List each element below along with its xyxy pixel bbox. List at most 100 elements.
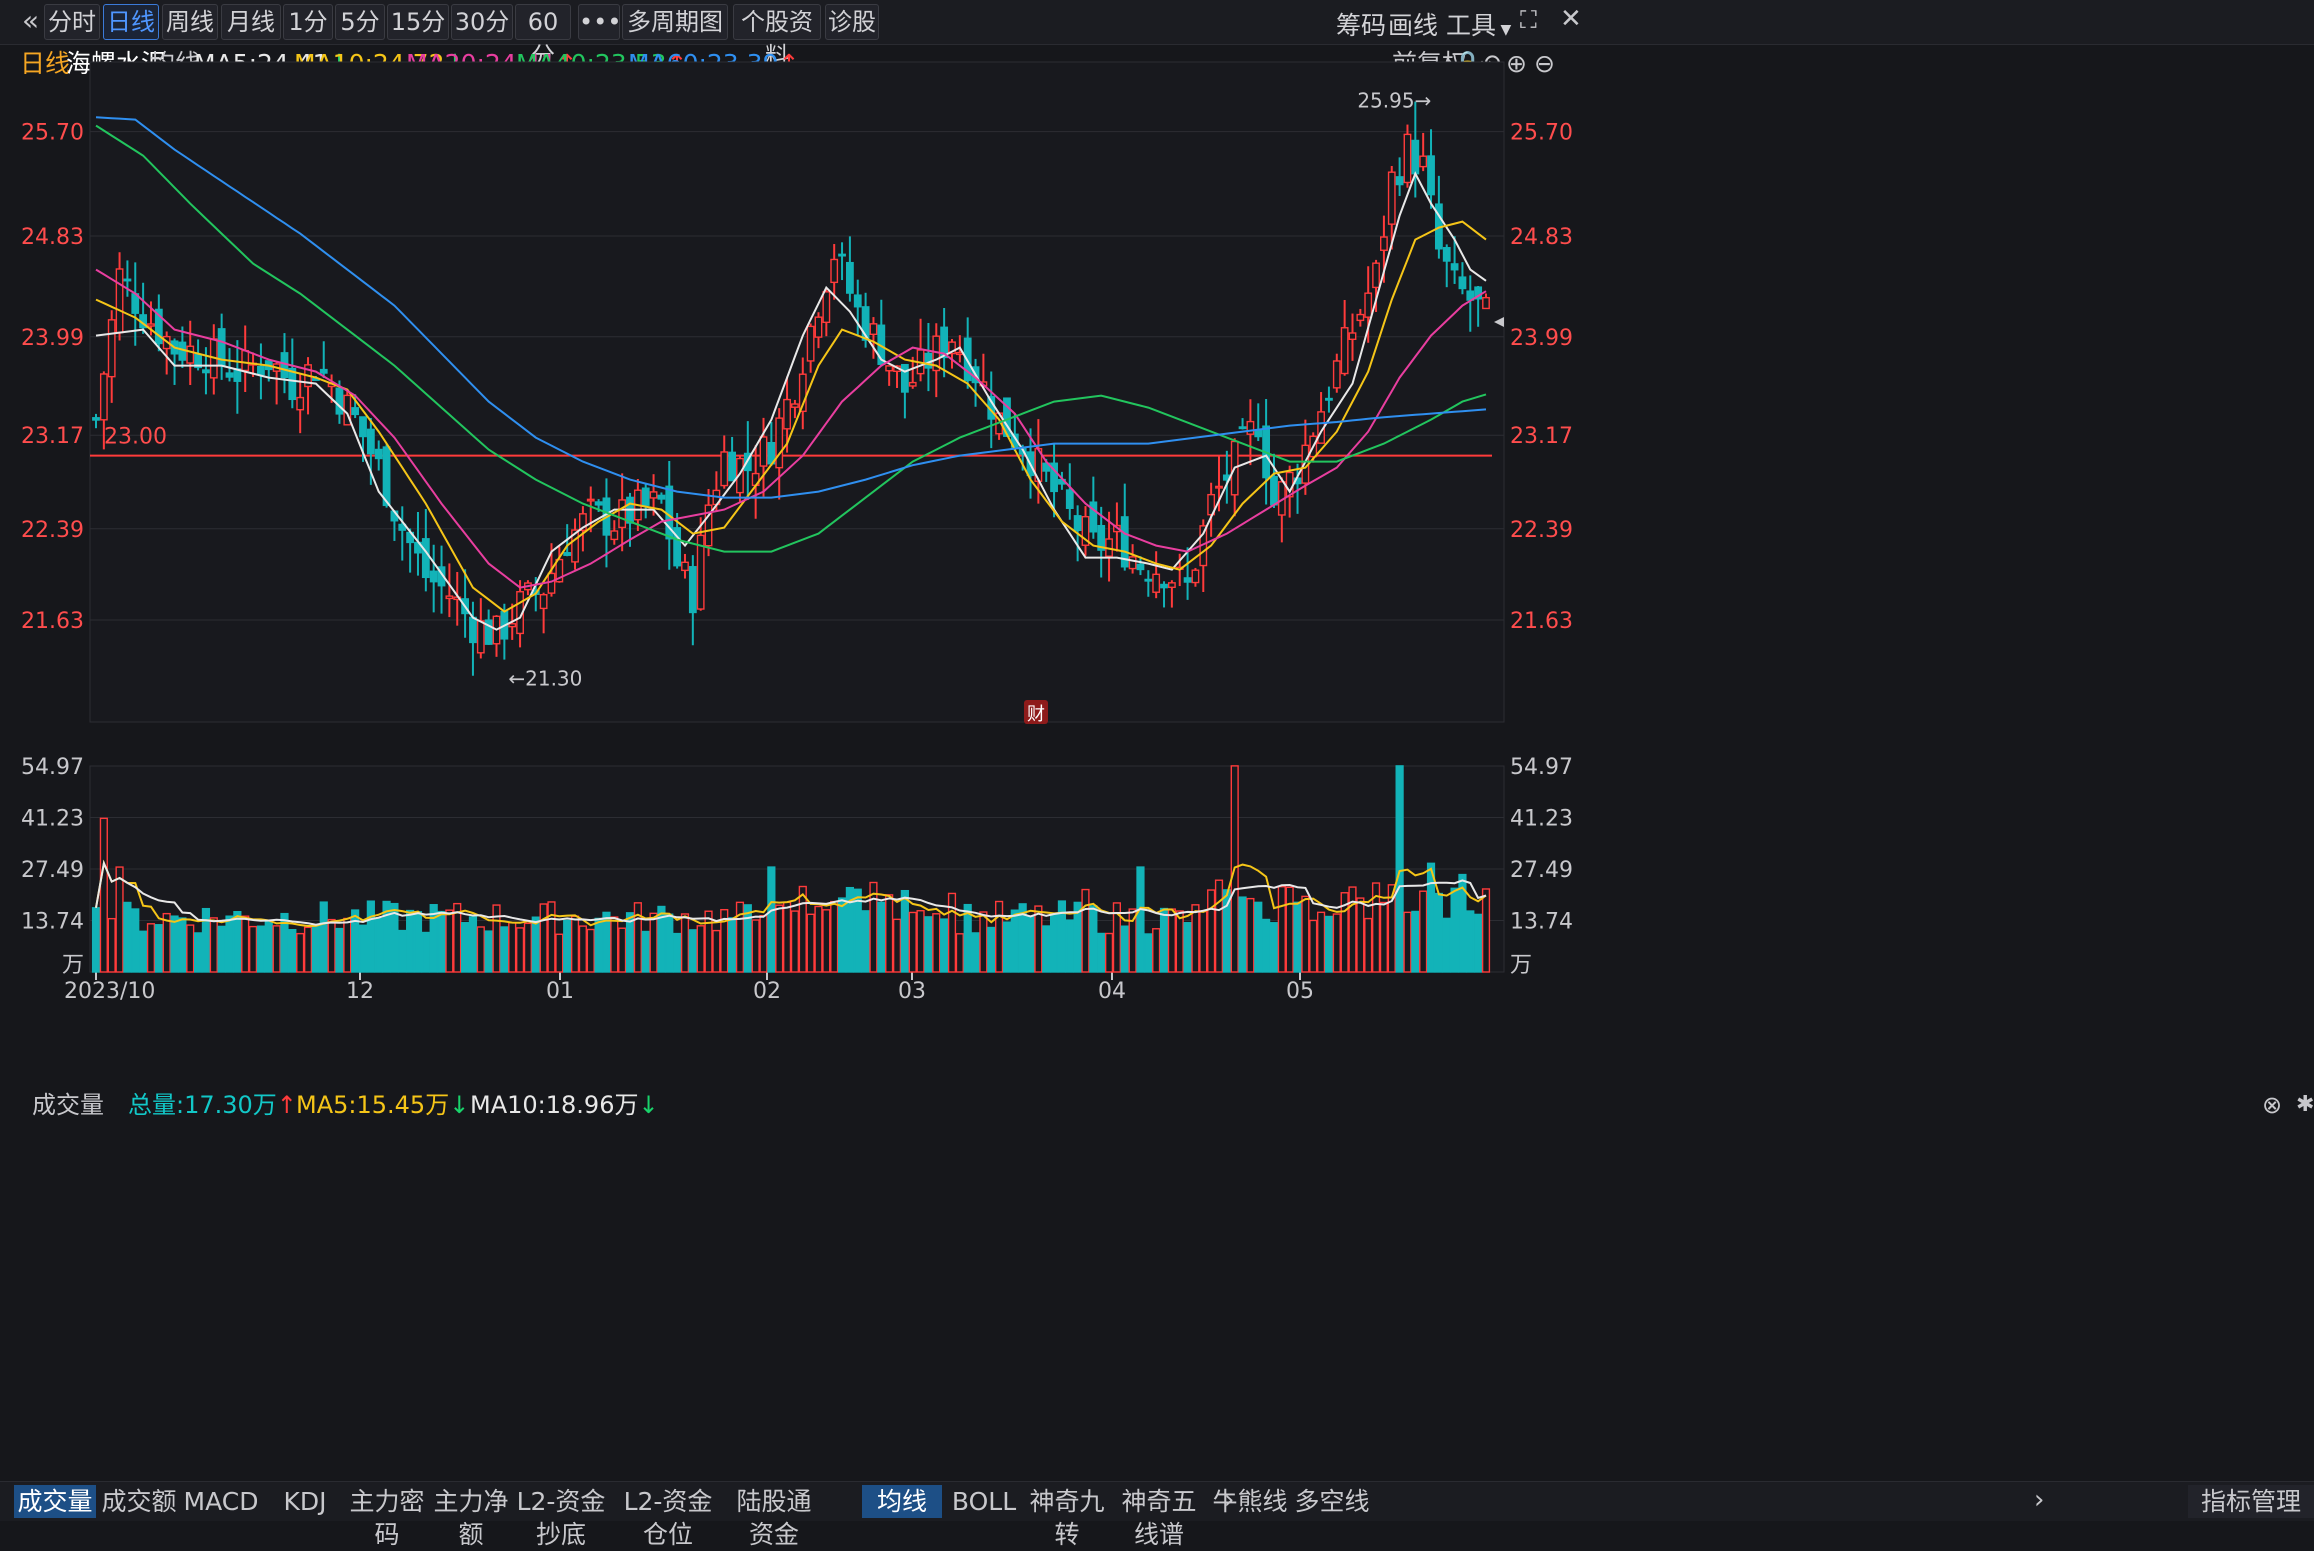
volume-bar: [680, 913, 690, 973]
high-annotation: 25.95→: [1357, 89, 1431, 113]
volume-bar: [947, 892, 957, 973]
volume-bar: [987, 926, 996, 973]
volume-bar: [1026, 915, 1035, 973]
volume-bar: [1450, 887, 1459, 973]
volume-bar: [743, 904, 752, 973]
volume-bar: [1474, 913, 1483, 973]
volume-axis-label-right: 27.49: [1510, 858, 1573, 883]
candle-body: [783, 398, 791, 430]
volume-bar: [877, 901, 886, 973]
candle-body: [1340, 327, 1349, 375]
left-tab-0[interactable]: 成交量: [14, 1485, 96, 1518]
candle-body: [885, 365, 894, 372]
candle-body: [1427, 155, 1435, 196]
kline-chart[interactable]: 25.70 25.70 24.83 24.83 23.99 23.99 23.17 23.17…: [0, 0, 2314, 1480]
volume-bar: [940, 918, 949, 973]
right-tab-4[interactable]: 牛熊线: [1210, 1485, 1290, 1518]
right-tab-3[interactable]: 神奇五线谱: [1110, 1485, 1208, 1549]
candle-body: [147, 323, 155, 327]
candle-body: [476, 620, 485, 654]
candle-body: [421, 538, 430, 579]
candle-body: [1419, 155, 1428, 168]
volume-bar: [91, 907, 101, 973]
volume-bar: [139, 930, 148, 973]
volume-bar: [209, 917, 218, 973]
volume-bar: [193, 932, 203, 973]
volume-bar: [1207, 889, 1216, 973]
volume-bar: [225, 915, 234, 973]
volume-bar: [995, 900, 1004, 973]
low-annotation: ←21.30: [508, 667, 582, 691]
month-label: 05: [1286, 979, 1314, 1004]
candle-body: [1364, 292, 1373, 318]
right-tab-2[interactable]: 神奇九转: [1026, 1485, 1108, 1549]
left-tab-3[interactable]: KDJ: [264, 1485, 346, 1518]
left-tab-6[interactable]: L2-资金抄底: [512, 1485, 610, 1549]
price-axis-label-left: 22.39: [21, 518, 84, 543]
left-tab-2[interactable]: MACD: [180, 1485, 262, 1518]
volume-bar: [1395, 765, 1404, 973]
volume-bar: [1419, 890, 1428, 973]
candle-body: [1246, 420, 1255, 435]
candle-body: [728, 451, 737, 482]
volume-bar: [115, 866, 124, 973]
candle-body: [806, 325, 815, 362]
right-tab-5[interactable]: 多空线: [1292, 1485, 1372, 1518]
candle-body: [1215, 485, 1223, 489]
volume-settings-icon[interactable]: ✱: [2296, 1086, 2314, 1124]
volume-bar: [979, 911, 988, 973]
price-axis-label-left: 25.70: [21, 121, 84, 146]
candle-body: [296, 396, 305, 411]
candle-body: [1411, 139, 1420, 175]
volume-bar: [586, 928, 595, 973]
right-tab-1[interactable]: BOLL: [944, 1485, 1024, 1518]
candle-body: [657, 494, 666, 500]
candle-body: [830, 258, 839, 284]
volume-bar: [641, 930, 650, 973]
volume-bar: [303, 926, 313, 973]
volume-bar: [1175, 910, 1184, 973]
volume-bar: [712, 929, 721, 973]
volume-bar: [1183, 922, 1192, 973]
volume-bar: [633, 902, 642, 973]
left-tab-8[interactable]: 陆股通资金: [726, 1485, 822, 1549]
left-tab-1[interactable]: 成交额: [98, 1485, 180, 1518]
volume-bar: [610, 916, 619, 973]
volume-bar: [319, 901, 328, 973]
tabs-next2-chevron-icon[interactable]: ›: [2034, 1485, 2044, 1515]
left-tab-7[interactable]: L2-资金仓位: [612, 1485, 724, 1549]
price-axis-label-left: 23.99: [21, 326, 84, 351]
volume-bar: [649, 912, 658, 973]
volume-bar: [775, 904, 784, 973]
volume-bar: [1269, 922, 1279, 973]
volume-close-icon[interactable]: ⊗: [2262, 1086, 2282, 1124]
price-axis-label-right: 23.99: [1510, 326, 1573, 351]
candle-body: [539, 594, 548, 610]
volume-bar: [468, 916, 478, 973]
volume-bar: [1324, 915, 1334, 973]
volume-bar: [861, 910, 870, 973]
volume-bar: [790, 910, 800, 973]
candle-body: [1356, 313, 1365, 322]
candle-body: [838, 253, 846, 257]
volume-bar: [343, 917, 352, 973]
candle-body: [1325, 397, 1333, 401]
finance-badge: 财: [1027, 704, 1045, 725]
volume-ma5: MA5:15.45万↓: [296, 1091, 470, 1119]
volume-bar: [1246, 897, 1255, 973]
volume-bar: [421, 931, 430, 973]
candle-body: [1403, 133, 1412, 184]
indicator-manage-button[interactable]: 指标管理: [2188, 1485, 2314, 1518]
candle-body: [1270, 475, 1278, 506]
volume-bar: [759, 915, 768, 973]
volume-bar: [1152, 928, 1161, 973]
volume-bar: [1434, 892, 1443, 973]
volume-bar: [335, 927, 344, 973]
volume-bar: [814, 905, 823, 973]
volume-bar: [1199, 910, 1208, 973]
left-tab-5[interactable]: 主力净额: [430, 1485, 512, 1549]
left-tab-4[interactable]: 主力密码: [346, 1485, 428, 1549]
indicator-tabs: 成交量 成交额 MACD KDJ 主力密码 主力净额 L2-资金抄底 L2-资金仓位 陆股通资金…: [0, 1481, 2314, 1549]
right-tab-0[interactable]: 均线: [862, 1485, 942, 1518]
volume-bar: [186, 924, 195, 973]
